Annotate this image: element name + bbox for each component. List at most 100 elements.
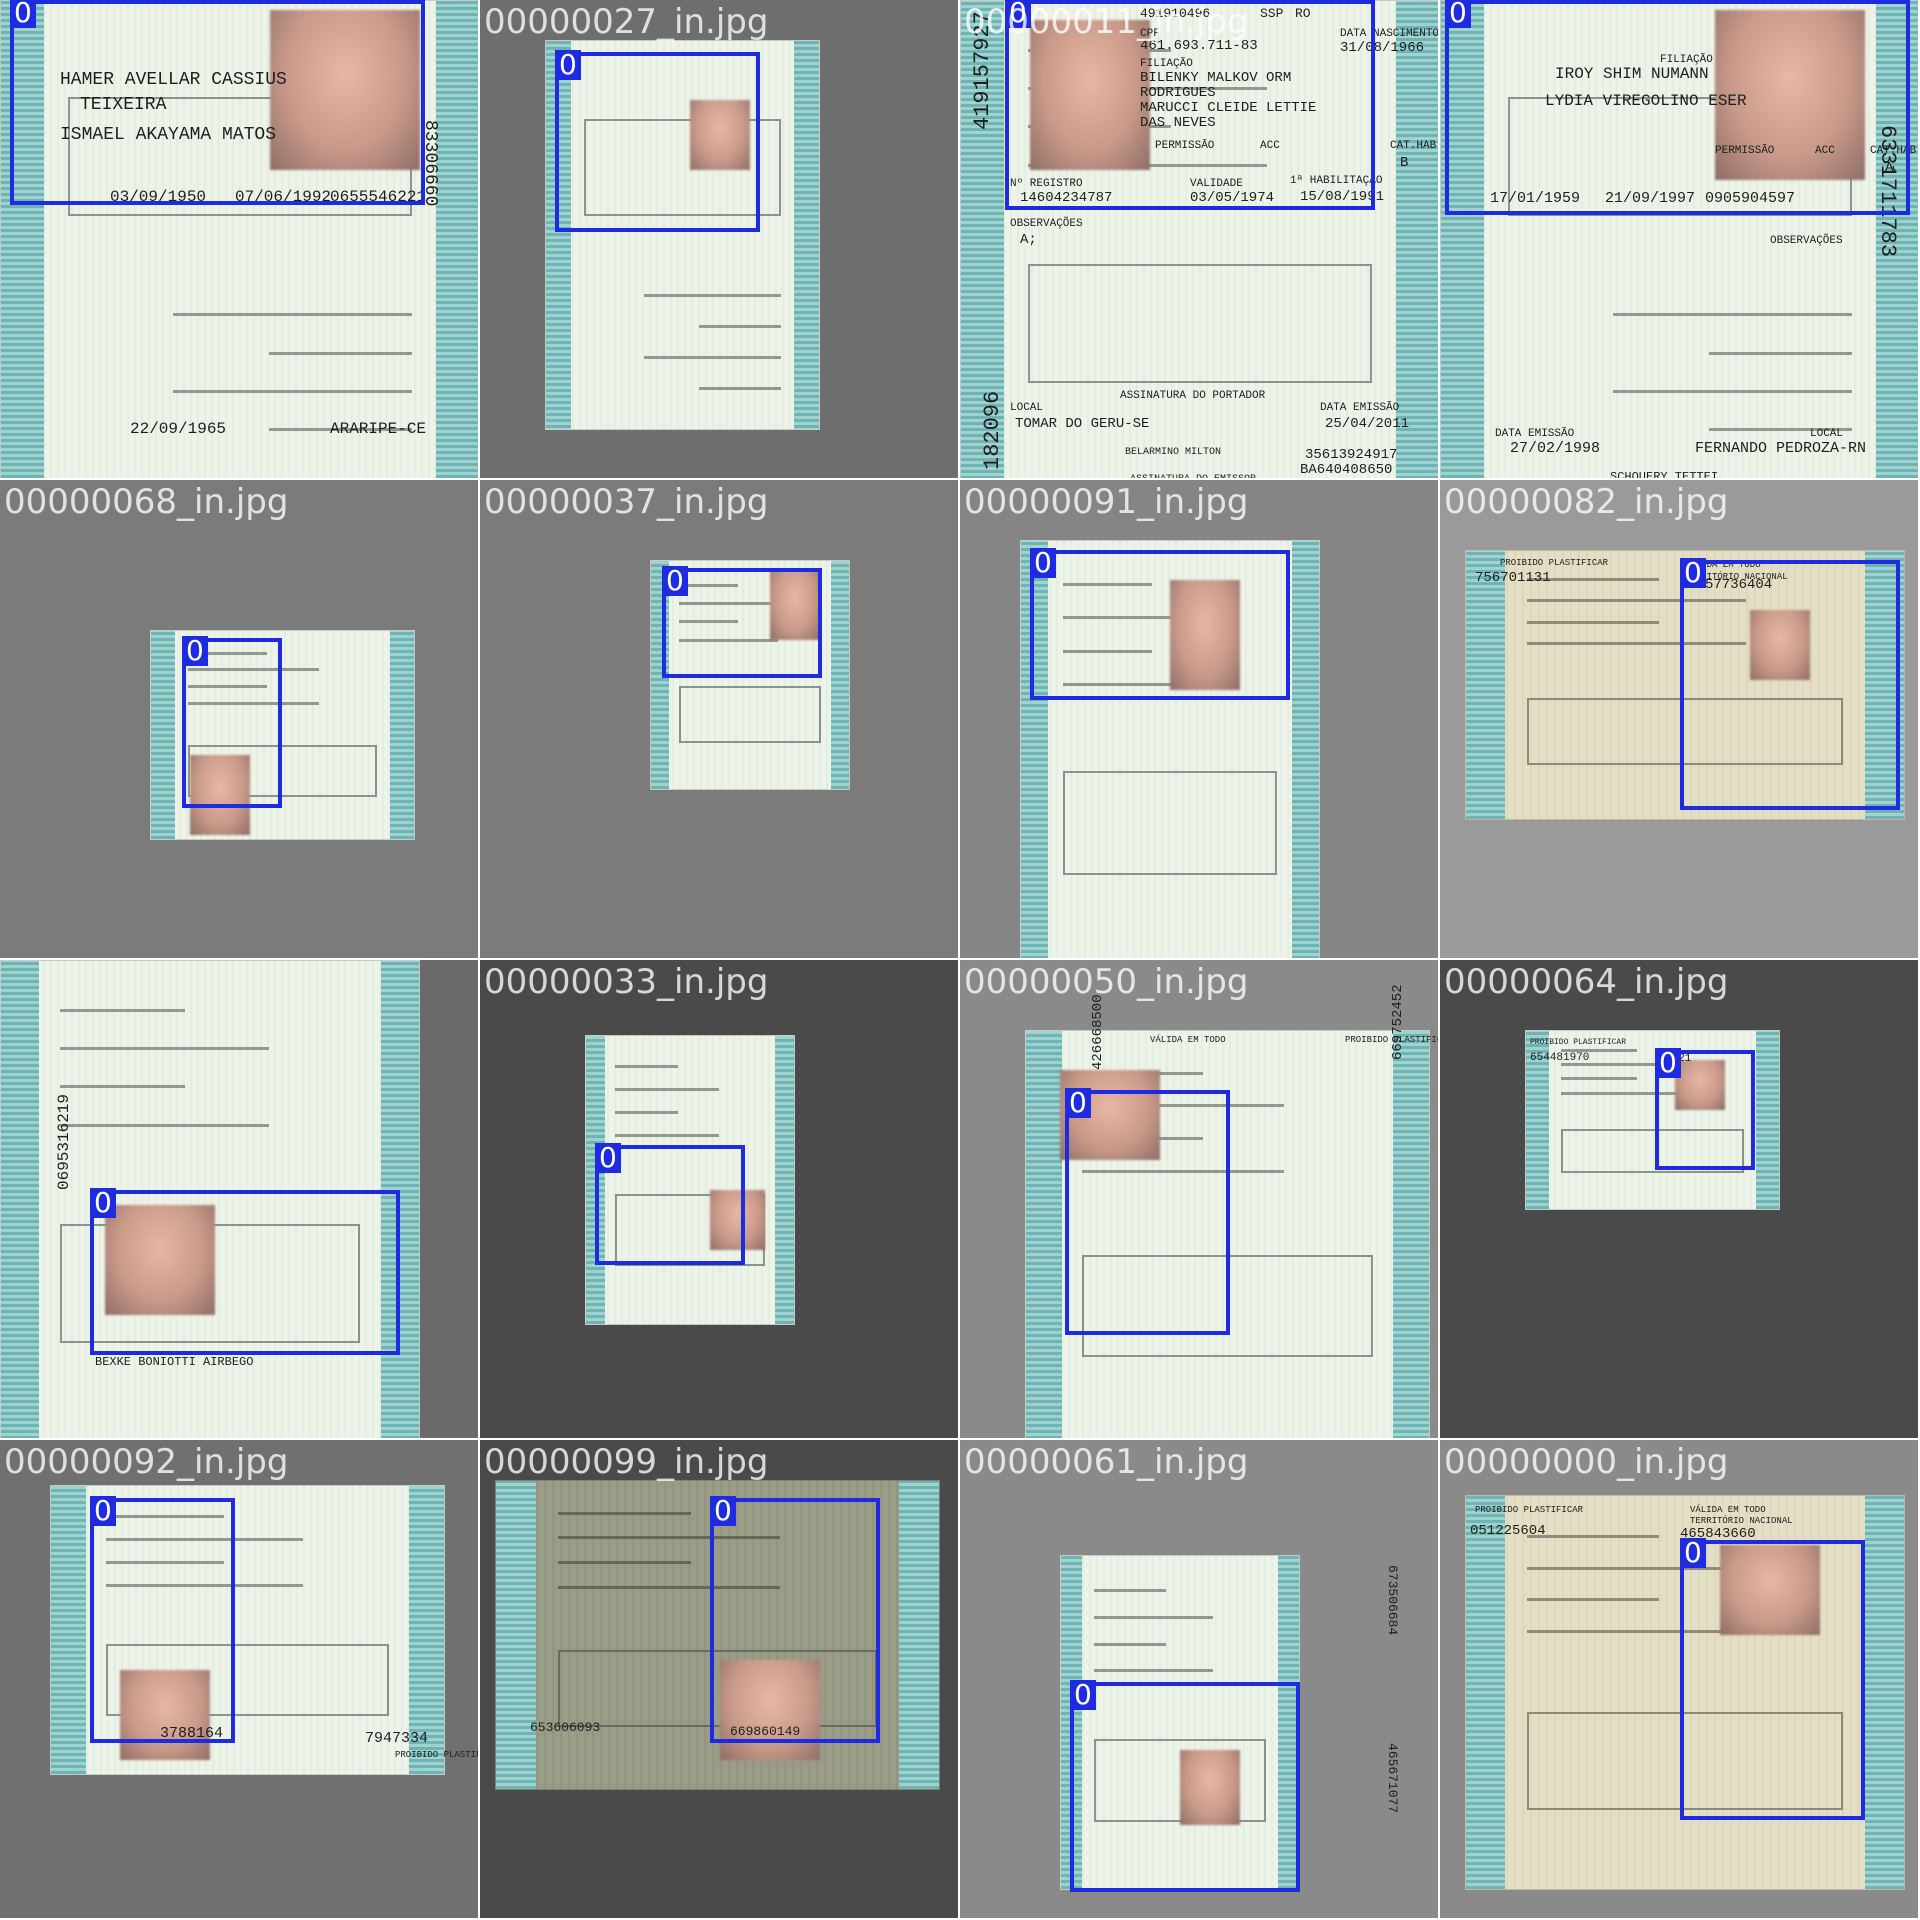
- card-text-line: [615, 1087, 720, 1091]
- card-text-line: [558, 1511, 691, 1515]
- card-text-line: [173, 313, 413, 317]
- mosaic-tile: 0 00000027_in.jpg: [480, 0, 960, 480]
- detection-class-tag: 0: [710, 1496, 736, 1526]
- security-pattern-stripe: [496, 1481, 536, 1789]
- card-text: TOMAR DO GERU-SE: [1015, 416, 1150, 432]
- mosaic-tile: 0 00000091_in.jpg: [960, 480, 1440, 960]
- detection-class-tag: 0: [1070, 1680, 1096, 1710]
- detection-bounding-box: 0: [1030, 548, 1290, 700]
- card-text-line: [59, 1008, 185, 1012]
- card-text-line: [59, 1085, 185, 1089]
- card-text-line: [1094, 1589, 1166, 1593]
- card-text: 051225604: [1470, 1523, 1546, 1539]
- tile-filename-label: 00000037_in.jpg: [484, 482, 769, 522]
- mosaic-tile: PROIBIDO PLASTIFICAR 051225604 VÁLIDA EM T…: [1440, 1440, 1920, 1920]
- tile-filename-label: 00000033_in.jpg: [484, 962, 769, 1002]
- mosaic-tile: 491910496 SSP RO CPF 461.693.711-83 DATA NASC…: [960, 0, 1440, 480]
- card-text-line: [59, 1047, 269, 1051]
- card-text-line: [268, 351, 413, 355]
- card-text-line: [558, 1561, 691, 1565]
- mosaic-tile: 673506684 465671077 0 00000061_in.jpg: [960, 1440, 1440, 1920]
- card-text-line: [1527, 1535, 1659, 1539]
- detection-class-tag: 0: [1030, 548, 1056, 578]
- detection-bounding-box: 0: [90, 1496, 235, 1743]
- detection-bounding-box: 0: [1065, 1088, 1230, 1335]
- tile-filename-label: 00000061_in.jpg: [964, 1442, 1249, 1482]
- card-text: 669752452: [1390, 984, 1406, 1060]
- detection-bounding-box: 0: [662, 566, 822, 678]
- security-pattern-stripe: [1395, 1, 1438, 478]
- security-pattern-stripe: [1864, 1496, 1904, 1889]
- mosaic-tile: 0 00000033_in.jpg: [480, 960, 960, 1440]
- detection-class-tag: 0: [1680, 558, 1706, 588]
- card-text: LOCAL: [1810, 428, 1844, 440]
- security-pattern-stripe: [1756, 1031, 1779, 1209]
- card-text: FERNANDO PEDROZA-RN: [1695, 440, 1867, 457]
- card-text-line: [1561, 1077, 1638, 1081]
- card-text: 465671077: [1385, 1743, 1400, 1814]
- card-text: 25/04/2011: [1325, 416, 1410, 432]
- card-text: PROIBIDO PLASTIFICAR: [395, 1750, 478, 1760]
- security-pattern-stripe: [1392, 1031, 1429, 1438]
- card-text: 27/02/1998: [1510, 440, 1601, 457]
- mosaic-tile: VÁLIDA EM TODOPROIBIDO PLASTIFICAR426668…: [960, 960, 1440, 1440]
- card-text: OBSERVAÇÕES: [1770, 235, 1843, 247]
- security-pattern-stripe: [1, 961, 39, 1438]
- card-text: VÁLIDA EM TODO: [1150, 1035, 1226, 1045]
- security-pattern-stripe: [1026, 1031, 1063, 1438]
- card-text: PROIBIDO PLASTIFICAR: [1530, 1038, 1627, 1047]
- card-text-line: [1094, 1669, 1214, 1673]
- card-text: PROIBIDO PLASTIFICAR: [1500, 558, 1609, 568]
- tile-filename-label: 00000000_in.jpg: [1444, 1442, 1729, 1482]
- card-text-line: [1708, 351, 1853, 355]
- tile-filename-label: 00000027_in.jpg: [484, 2, 769, 42]
- detection-class-tag: 0: [1065, 1088, 1091, 1118]
- detection-bounding-box: 0: [1680, 558, 1900, 810]
- card-text: SCHOUERY TETTEI: [1610, 470, 1719, 480]
- card-text: DATA EMISSÃO: [1495, 428, 1575, 440]
- detection-class-tag: 0: [1655, 1048, 1681, 1078]
- detection-bounding-box: 0: [555, 50, 760, 232]
- detection-bounding-box: 0: [1445, 0, 1910, 215]
- card-text: 35613924917: [1305, 447, 1398, 463]
- card-text: 0695316219: [55, 1093, 73, 1190]
- detection-bounding-box: 0: [1070, 1680, 1300, 1892]
- security-pattern-stripe: [775, 1036, 794, 1324]
- detection-bounding-box: 0: [182, 636, 282, 808]
- tile-filename-label: 00000082_in.jpg: [1444, 482, 1729, 522]
- card-text: TERRITÓRIO NACIONAL: [1690, 1516, 1793, 1526]
- detection-bounding-box: 0: [595, 1143, 745, 1265]
- card-text: 673506684: [1385, 1565, 1400, 1636]
- card-text: 653606093: [530, 1720, 601, 1735]
- card-text-line: [1094, 1642, 1166, 1646]
- card-text: BA640408650: [1300, 462, 1393, 478]
- card-text: PROIBIDO PLASTIFICAR: [1475, 1505, 1584, 1515]
- card-text: VÁLIDA EM TODO: [1690, 1505, 1766, 1515]
- card-text: LOCAL: [1010, 402, 1044, 414]
- card-text: BELARMINO MILTON: [1125, 447, 1222, 458]
- card-text: CAT.HAB: [1390, 140, 1437, 152]
- card-text: OBSERVAÇÕES: [1010, 218, 1083, 230]
- card-text-line: [615, 1110, 678, 1114]
- detection-class-tag: 0: [662, 566, 688, 596]
- security-pattern-stripe: [1292, 541, 1319, 958]
- tile-filename-label: 00000011_in.jpg: [964, 2, 1249, 42]
- card-text-line: [1527, 620, 1659, 624]
- card-text: 426668500: [1090, 994, 1106, 1070]
- tile-filename-label: 00000092_in.jpg: [4, 1442, 289, 1482]
- card-text-line: [1094, 1615, 1214, 1619]
- mosaic-tile: BEXKE BONIOTTI AIRBEGO 0695316219 0: [0, 960, 480, 1440]
- tile-filename-label: 00000068_in.jpg: [4, 482, 289, 522]
- card-text-line: [59, 1123, 269, 1127]
- mosaic-tile: IROY SHIM NUMANN LYDIA VIREGOLINO ESER FIL…: [1440, 0, 1920, 480]
- detection-class-tag: 0: [10, 0, 36, 28]
- security-pattern-stripe: [899, 1481, 939, 1789]
- mosaic-grid: HAMER AVELLAR CASSIUS TEIXEIRA ISMAEL AKAY…: [0, 0, 1920, 1920]
- mosaic-tile: 37881647947334PROIBIDO PLASTIFICAR000000…: [0, 1440, 480, 1920]
- card-text-line: [1613, 389, 1853, 393]
- tile-filename-label: 00000050_in.jpg: [964, 962, 1249, 1002]
- tile-filename-label: 00000091_in.jpg: [964, 482, 1249, 522]
- detection-class-tag: 0: [182, 636, 208, 666]
- detection-class-tag: 0: [90, 1188, 116, 1218]
- security-pattern-stripe: [151, 631, 175, 839]
